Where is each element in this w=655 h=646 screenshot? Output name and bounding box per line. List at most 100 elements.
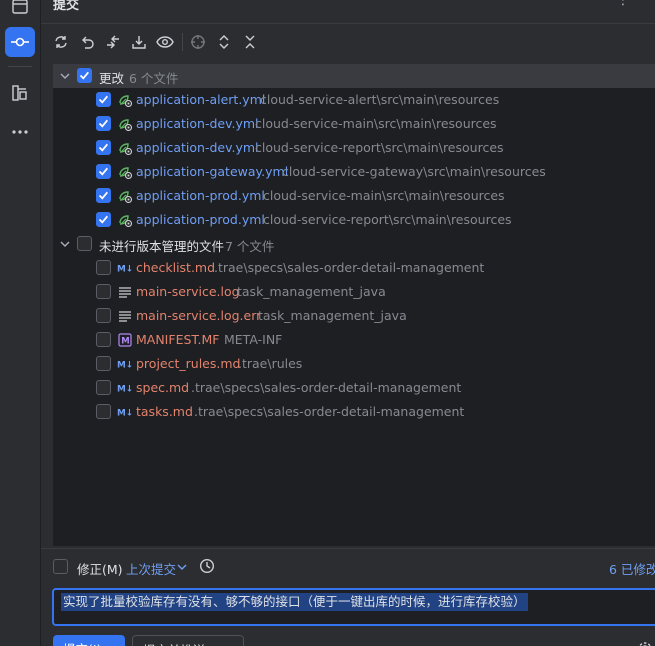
commit-icon[interactable]: [5, 27, 35, 57]
file-path: task_management_java: [258, 308, 407, 323]
unversioned-file-row[interactable]: main-service.log.err task_management_java: [53, 304, 655, 328]
file-name[interactable]: application-gateway.yml: [136, 164, 288, 179]
file-checkbox[interactable]: [96, 116, 111, 131]
project-icon[interactable]: [5, 0, 35, 22]
svg-text:M: M: [121, 337, 129, 347]
file-name[interactable]: checklist.md: [136, 260, 215, 275]
changed-file-row[interactable]: application-dev.yml cloud-service-report\…: [53, 136, 655, 160]
file-name[interactable]: application-prod.yml: [136, 188, 265, 203]
commit-button[interactable]: 提交(I): [53, 635, 125, 646]
unversioned-file-row[interactable]: M↓ tasks.md .trae\specs\sales-order-detail…: [53, 400, 655, 424]
file-checkbox[interactable]: [96, 356, 111, 371]
toolbar-divider: [182, 33, 183, 51]
file-checkbox[interactable]: [96, 260, 111, 275]
collapse-icon[interactable]: [239, 30, 261, 54]
file-name[interactable]: MANIFEST.MF: [136, 332, 220, 347]
file-checkbox[interactable]: [96, 188, 111, 203]
unversioned-group-row[interactable]: 未进行版本管理的文件 7 个文件: [53, 232, 655, 256]
markdown-icon: M↓: [117, 356, 133, 372]
more-tools-icon[interactable]: [5, 117, 35, 147]
changed-file-row[interactable]: application-gateway.yml cloud-service-gat…: [53, 160, 655, 184]
unversioned-file-row[interactable]: M↓ spec.md .trae\specs\sales-order-detail-…: [53, 376, 655, 400]
file-path: .trae\specs\sales-order-detail-managemen…: [194, 404, 465, 419]
svg-text:M↓: M↓: [117, 409, 133, 418]
file-checkbox[interactable]: [96, 308, 111, 323]
unversioned-group-label: 未进行版本管理的文件: [99, 239, 225, 254]
file-name[interactable]: application-prod.yml: [136, 212, 265, 227]
file-checkbox[interactable]: [96, 92, 111, 107]
target-icon[interactable]: [187, 30, 209, 54]
shelve-icon[interactable]: [128, 30, 150, 54]
file-path: cloud-service-report\src\main\resources: [263, 212, 512, 227]
file-checkbox[interactable]: [96, 404, 111, 419]
chevron-down-icon[interactable]: [177, 560, 187, 575]
unversioned-file-row[interactable]: M MANIFEST.MF META-INF: [53, 328, 655, 352]
changes-group-row[interactable]: 更改 6 个文件: [53, 64, 655, 88]
markdown-icon: M↓: [117, 380, 133, 396]
changed-file-row[interactable]: application-dev.yml cloud-service-main\sr…: [53, 112, 655, 136]
file-path: cloud-service-gateway\src\main\resources: [282, 164, 546, 179]
expand-icon[interactable]: [213, 30, 235, 54]
merge-icon[interactable]: [102, 30, 124, 54]
unversioned-group-count: 7 个文件: [225, 239, 275, 254]
unversioned-file-row[interactable]: M↓ checklist.md .trae\specs\sales-order-de…: [53, 256, 655, 280]
file-name[interactable]: application-alert.yml: [136, 92, 265, 107]
file-checkbox[interactable]: [96, 284, 111, 299]
yaml-file-icon: [117, 164, 133, 180]
chevron-down-icon[interactable]: [59, 70, 71, 82]
amend-label: 修正(M): [77, 562, 123, 577]
commit-and-push-button[interactable]: 提交并推送(P)...: [132, 635, 244, 646]
file-name[interactable]: application-dev.yml: [136, 116, 259, 131]
refresh-icon[interactable]: [50, 30, 72, 54]
file-name[interactable]: main-service.log: [136, 284, 240, 299]
unversioned-group-checkbox[interactable]: [77, 236, 92, 251]
panel-title: 提交: [53, 0, 80, 13]
file-name[interactable]: project_rules.md: [136, 356, 240, 371]
file-checkbox[interactable]: [96, 380, 111, 395]
commit-message-input[interactable]: 实现了批量校验库存有没有、够不够的接口（便于一键出库的时候，进行库存校验）: [52, 588, 655, 626]
file-path: .trae\specs\sales-order-detail-managemen…: [214, 260, 485, 275]
more-options-icon[interactable]: ⋮: [616, 0, 630, 8]
file-path: .trae\rules: [238, 356, 303, 371]
yaml-file-icon: [117, 212, 133, 228]
file-path: cloud-service-main\src\main\resources: [263, 188, 505, 203]
svg-text:M↓: M↓: [117, 361, 133, 370]
text-file-icon: [117, 284, 133, 300]
file-name[interactable]: tasks.md: [136, 404, 193, 419]
last-commit-link[interactable]: 上次提交: [126, 559, 176, 578]
svg-text:M↓: M↓: [117, 265, 133, 274]
file-checkbox[interactable]: [96, 164, 111, 179]
preview-icon[interactable]: [154, 30, 176, 54]
commit-panel: 提交 ⋮ — 更改6 个文件application-alert.ymlclo: [41, 0, 655, 646]
gear-icon[interactable]: [637, 641, 653, 646]
file-checkbox[interactable]: [96, 332, 111, 347]
amend-checkbox[interactable]: [53, 559, 68, 574]
file-name[interactable]: main-service.log.err: [136, 308, 261, 323]
changed-file-row[interactable]: application-prod.yml cloud-service-report…: [53, 208, 655, 232]
changed-file-row[interactable]: application-alert.yml cloud-service-alert…: [53, 88, 655, 112]
unversioned-file-row[interactable]: M↓ project_rules.md .trae\rules: [53, 352, 655, 376]
changes-group-count: 6 个文件: [129, 71, 179, 86]
unversioned-file-row[interactable]: main-service.log task_management_java: [53, 280, 655, 304]
file-path: .trae\specs\sales-order-detail-managemen…: [191, 380, 462, 395]
panel-header: 提交 ⋮ —: [41, 0, 655, 24]
yaml-file-icon: [117, 116, 133, 132]
structure-icon[interactable]: [5, 78, 35, 108]
file-path: task_management_java: [237, 284, 386, 299]
rollback-icon[interactable]: [76, 30, 98, 54]
changed-file-row[interactable]: application-prod.yml cloud-service-main\s…: [53, 184, 655, 208]
commit-toolbar: [41, 30, 655, 56]
minimize-icon[interactable]: —: [641, 0, 655, 4]
file-checkbox[interactable]: [96, 212, 111, 227]
yaml-file-icon: [117, 140, 133, 156]
file-checkbox[interactable]: [96, 140, 111, 155]
file-path: META-INF: [224, 332, 283, 347]
commit-message-text: 实现了批量校验库存有没有、够不够的接口（便于一键出库的时候，进行库存校验）: [61, 593, 528, 611]
changes-group-checkbox[interactable]: [77, 68, 92, 83]
file-name[interactable]: application-dev.yml: [136, 140, 259, 155]
file-path: cloud-service-report\src\main\resources: [255, 140, 504, 155]
history-icon[interactable]: [199, 558, 215, 577]
chevron-down-icon[interactable]: [59, 238, 71, 250]
modified-count[interactable]: 6 已修改: [609, 559, 655, 578]
file-name[interactable]: spec.md: [136, 380, 189, 395]
